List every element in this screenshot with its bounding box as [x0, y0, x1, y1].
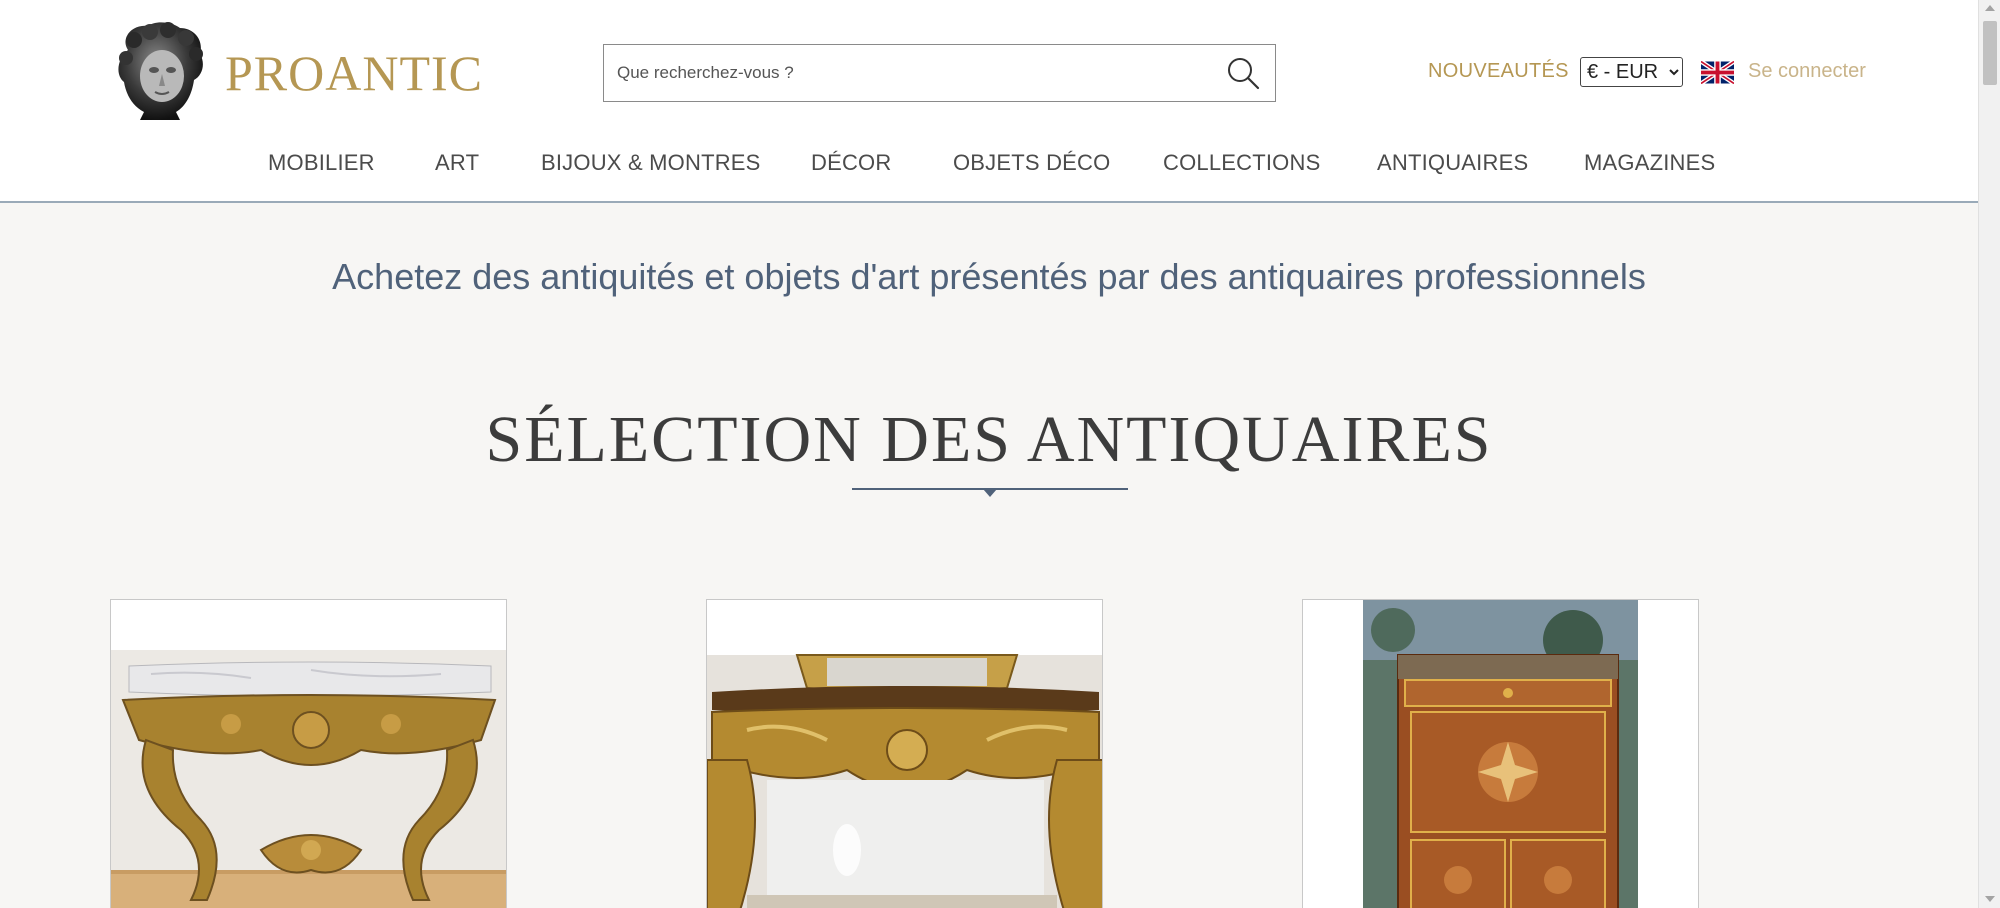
nav-item-collections[interactable]: COLLECTIONS [1163, 150, 1320, 176]
uk-flag-icon[interactable] [1701, 61, 1734, 84]
nav-item-mobilier[interactable]: MOBILIER [268, 150, 375, 176]
main-nav: MOBILIER ART BIJOUX & MONTRES DÉCOR OBJE… [0, 150, 1978, 180]
product-card[interactable] [110, 599, 507, 908]
divider-ornament [983, 489, 997, 497]
search-box [603, 44, 1276, 102]
scroll-up-arrow[interactable] [1985, 5, 1995, 11]
scroll-thumb[interactable] [1983, 21, 1997, 85]
search-icon[interactable] [1225, 55, 1261, 91]
currency-select[interactable]: € - EUR [1580, 57, 1683, 87]
nav-item-art[interactable]: ART [435, 150, 479, 176]
gilt-console-marble-top-image [111, 600, 506, 908]
section-title: SÉLECTION DES ANTIQUAIRES [485, 403, 1493, 476]
nav-item-antiquaires[interactable]: ANTIQUAIRES [1377, 150, 1528, 176]
search-input[interactable] [604, 45, 1204, 101]
login-link[interactable]: Se connecter [1748, 60, 1866, 83]
nav-item-objets-deco[interactable]: OBJETS DÉCO [953, 150, 1110, 176]
nav-item-bijoux-montres[interactable]: BIJOUX & MONTRES [541, 150, 761, 176]
page-scrollbar[interactable] [1978, 0, 2000, 908]
marquetry-star [1478, 742, 1538, 802]
nav-item-decor[interactable]: DÉCOR [811, 150, 891, 176]
site-header: PROANTIC NOUVEAUTÉS € - EUR Se connecter… [0, 0, 1978, 203]
product-card[interactable] [706, 599, 1103, 908]
new-arrivals-link[interactable]: NOUVEAUTÉS [1428, 60, 1569, 83]
marquetry-secretaire-image [1303, 600, 1698, 908]
scroll-down-arrow[interactable] [1985, 896, 1995, 902]
nav-item-magazines[interactable]: MAGAZINES [1584, 150, 1715, 176]
bust-statue-icon[interactable] [110, 20, 210, 122]
brand-name[interactable]: PROANTIC [225, 44, 483, 102]
gilt-console-mirror-image [707, 600, 1102, 908]
product-card[interactable] [1302, 599, 1699, 908]
page-tagline: Achetez des antiquités et objets d'art p… [332, 256, 1646, 297]
